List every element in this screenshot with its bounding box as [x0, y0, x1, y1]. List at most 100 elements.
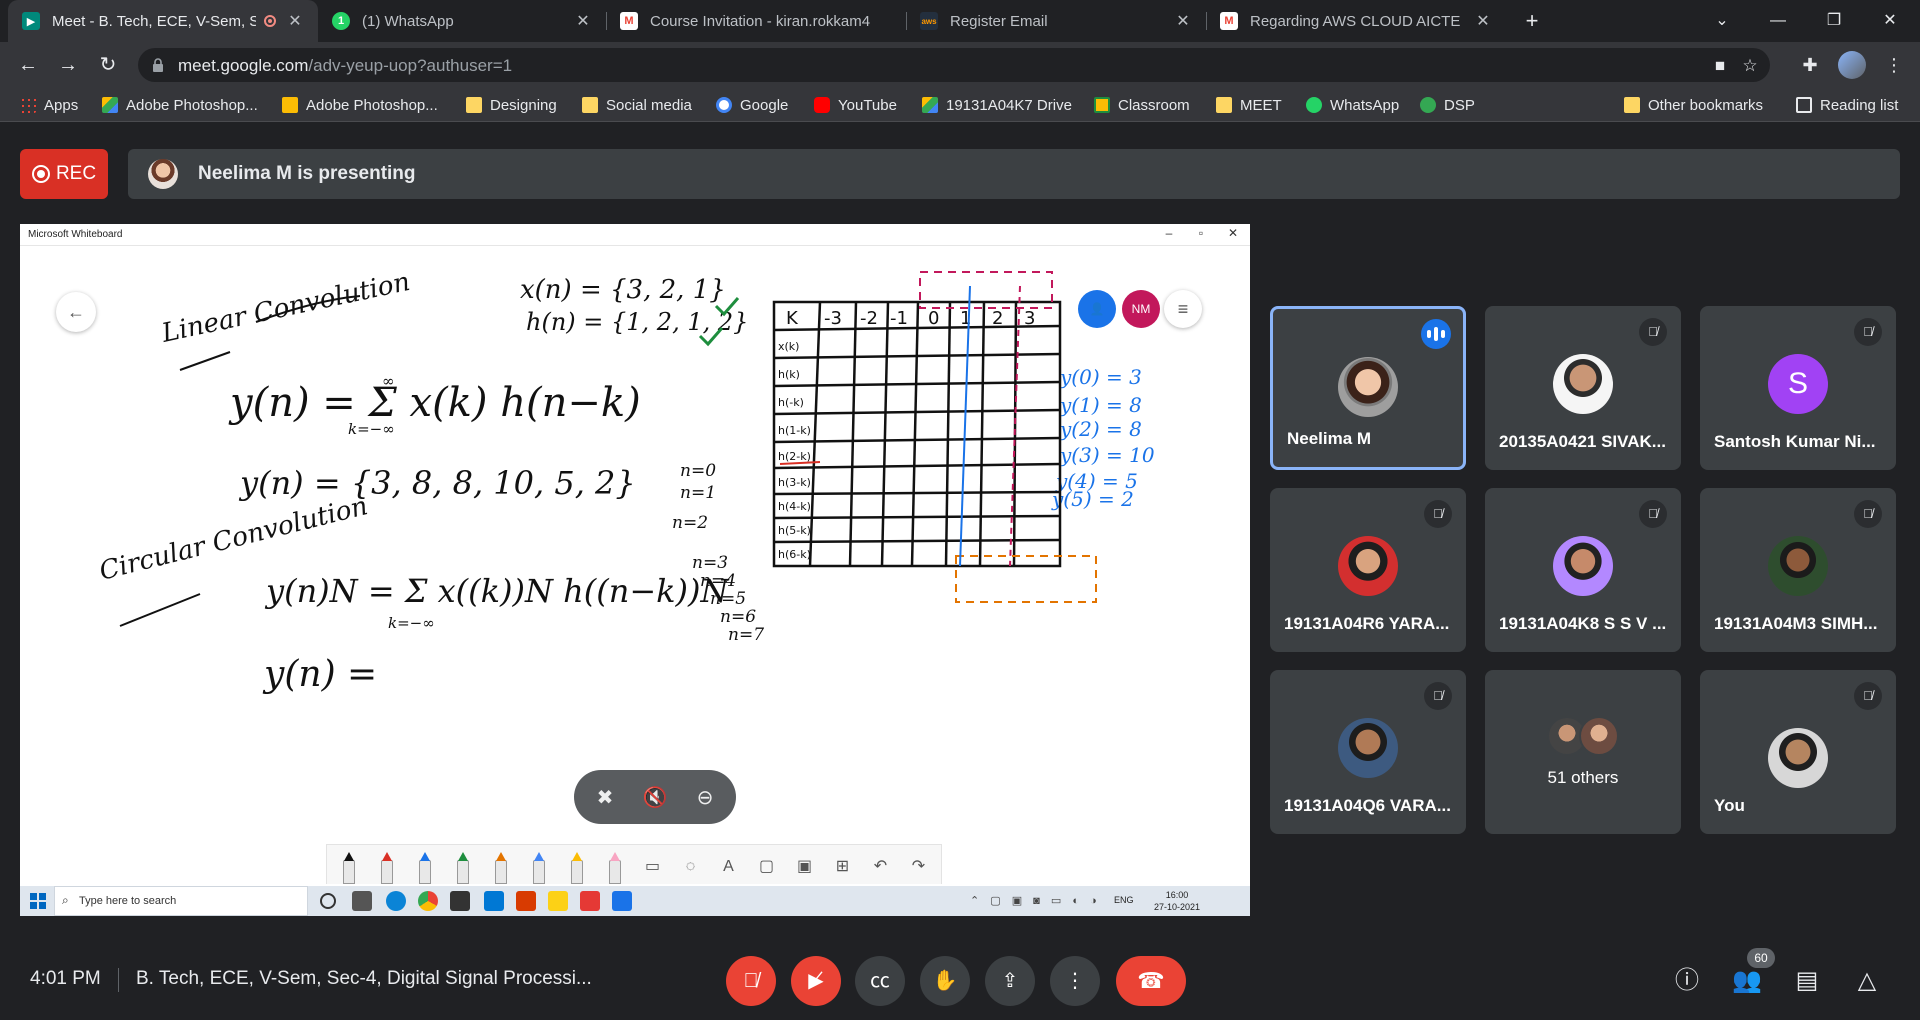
svg-text:-1: -1	[890, 308, 908, 329]
eraser-icon	[601, 850, 628, 884]
bookmark-label: WhatsApp	[1330, 96, 1400, 114]
participant-tile[interactable]: 🎙̸ 19131A04R6 YARA...	[1270, 488, 1466, 652]
linear-formula: y(n) = Σ x(k) h(n−k)	[228, 380, 641, 426]
svg-text:h(5-k): h(5-k)	[778, 524, 811, 537]
present-screen-icon: ⇪	[1001, 970, 1019, 992]
linear-sum-upper: ∞	[382, 372, 395, 390]
profile-avatar[interactable]	[1838, 51, 1866, 79]
participant-name: 19131A04Q6 VARA...	[1284, 796, 1451, 815]
participant-tile[interactable]: Neelima M	[1270, 306, 1466, 470]
others-tile[interactable]: 51 others	[1485, 670, 1681, 834]
new-tab-button[interactable]: +	[1518, 8, 1546, 34]
chat-button[interactable]: ▤	[1790, 964, 1824, 998]
raise-hand-button[interactable]: ✋	[920, 956, 970, 1006]
participant-tile[interactable]: 🎙̸ 19131A04M3 SIMH...	[1700, 488, 1896, 652]
more-menu-icon[interactable]: ⋮	[1880, 51, 1908, 79]
bookmark-other[interactable]: Other bookmarks	[1624, 94, 1763, 116]
mic-off-icon: 🎙̸	[743, 970, 759, 992]
bookmark-label: Classroom	[1118, 96, 1190, 114]
bookmark-photoshop-1[interactable]: Adobe Photoshop...	[102, 94, 258, 116]
participant-tile[interactable]: 🎙̸ 20135A0421 SIVAK...	[1485, 306, 1681, 470]
bookmark-photoshop-2[interactable]: Adobe Photoshop...	[282, 94, 438, 116]
svg-text:y(5) = 2: y(5) = 2	[1051, 487, 1134, 511]
blank-equation: y(n) =	[262, 654, 377, 695]
bookmark-apps[interactable]: Apps	[20, 94, 78, 116]
youtube-icon	[814, 97, 830, 113]
camera-toggle-button[interactable]: ▶̸	[791, 956, 841, 1006]
svg-text:2: 2	[992, 308, 1003, 329]
more-options-button[interactable]: ⋮	[1050, 956, 1100, 1006]
wb-restore-icon: ▫	[1198, 226, 1204, 240]
back-arrow-icon[interactable]: ←	[14, 51, 42, 79]
insert-icon: ⊞	[835, 858, 850, 875]
whiteboard-window-title: Microsoft Whiteboard	[28, 229, 123, 240]
tab-search-icon[interactable]: ⌄	[1702, 6, 1742, 36]
close-tab-icon[interactable]: ✕	[286, 11, 304, 31]
forward-arrow-icon[interactable]: →	[54, 51, 82, 79]
bookmark-social-media[interactable]: Social media	[582, 94, 692, 116]
language-indicator: ENG	[1114, 895, 1134, 905]
captions-icon: ㏄	[870, 970, 890, 992]
meeting-details-button[interactable]: ⓘ	[1670, 964, 1704, 998]
avatar	[1768, 728, 1828, 788]
close-window-button[interactable]: ✕	[1870, 6, 1910, 36]
close-tab-icon[interactable]: ✕	[1474, 11, 1492, 31]
present-button[interactable]: ⇪	[985, 956, 1035, 1006]
svg-text:K: K	[786, 308, 799, 329]
participant-tile[interactable]: 🎙̸ You	[1700, 670, 1896, 834]
tab-meet[interactable]: ▶ Meet - B. Tech, ECE, V-Sem, S ✕	[8, 0, 318, 42]
bookmark-whatsapp[interactable]: WhatsApp	[1306, 94, 1399, 116]
tab-aws-cloud[interactable]: M Regarding AWS CLOUD AICTE Int ✕	[1206, 0, 1506, 42]
reading-list-icon	[1796, 97, 1812, 113]
bookmark-youtube[interactable]: YouTube	[814, 94, 897, 116]
bookmark-meet[interactable]: MEET	[1216, 94, 1282, 116]
recording-indicator-icon	[264, 15, 276, 27]
people-button[interactable]: 👥	[1730, 964, 1764, 998]
reading-list-button[interactable]: Reading list	[1796, 94, 1898, 116]
participant-tile[interactable]: S 🎙̸ Santosh Kumar Ni...	[1700, 306, 1896, 470]
bookmark-star-icon[interactable]: ☆	[1738, 54, 1762, 78]
bookmark-drive[interactable]: 19131A04K7 Drive	[922, 94, 1072, 116]
linear-sum-lower: k=−∞	[348, 420, 395, 438]
url-text: meet.google.com/adv-yeup-uop?authuser=1	[178, 56, 512, 76]
orange-pen-icon	[487, 850, 514, 884]
bookmark-classroom[interactable]: Classroom	[1094, 94, 1190, 116]
svg-text:-3: -3	[824, 308, 842, 329]
undo-icon: ↶	[873, 858, 888, 875]
ruler-icon: ▭	[644, 858, 661, 875]
participant-tile[interactable]: 🎙̸ 19131A04Q6 VARA...	[1270, 670, 1466, 834]
y-values: y(0) = 3 y(1) = 8 y(2) = 8 y(3) = 10 y(4…	[1051, 365, 1155, 511]
activities-button[interactable]: △	[1850, 964, 1884, 998]
extensions-puzzle-icon[interactable]: ✚	[1796, 51, 1824, 79]
bookmark-google[interactable]: Google	[716, 94, 788, 116]
folder-icon	[582, 97, 598, 113]
participant-name: 19131A04K8 S S V ...	[1499, 614, 1667, 633]
tab-register-email[interactable]: aws Register Email ✕	[906, 0, 1206, 42]
svg-text:n=1: n=1	[680, 483, 716, 503]
bookmark-label: 19131A04K7 Drive	[946, 96, 1072, 114]
tab-whatsapp[interactable]: 1 (1) WhatsApp ✕	[318, 0, 606, 42]
whiteboard-app-icon	[612, 891, 632, 911]
leave-call-button[interactable]: ☎	[1116, 956, 1186, 1006]
tab-course-invitation[interactable]: M Course Invitation - kiran.rokkam4	[606, 0, 906, 42]
bookmark-dsp[interactable]: DSP	[1420, 94, 1475, 116]
participant-tile[interactable]: 🎙̸ 19131A04K8 S S V ...	[1485, 488, 1681, 652]
camera-icon[interactable]: ■	[1708, 54, 1732, 78]
bookmark-designing[interactable]: Designing	[466, 94, 557, 116]
close-tab-icon[interactable]: ✕	[574, 11, 592, 31]
avatar: S	[1768, 354, 1828, 414]
mic-toggle-button[interactable]: 🎙̸	[726, 956, 776, 1006]
captions-button[interactable]: ㏄	[855, 956, 905, 1006]
bookmark-label: Social media	[606, 96, 692, 114]
close-tab-icon[interactable]: ✕	[1174, 11, 1192, 31]
taskbar-clock: 16:00 27-10-2021	[1154, 889, 1200, 913]
reload-icon[interactable]: ↻	[94, 51, 122, 79]
circular-sum-lower: k=−∞	[388, 614, 435, 632]
info-icon: ⓘ	[1675, 967, 1699, 994]
address-bar[interactable]: meet.google.com/adv-yeup-uop?authuser=1 …	[138, 48, 1770, 82]
office-icon	[516, 891, 536, 911]
restore-button[interactable]: ❐	[1814, 6, 1854, 36]
black-pen-icon	[335, 850, 362, 884]
avatar	[1338, 718, 1398, 778]
minimize-button[interactable]: —	[1758, 6, 1798, 36]
